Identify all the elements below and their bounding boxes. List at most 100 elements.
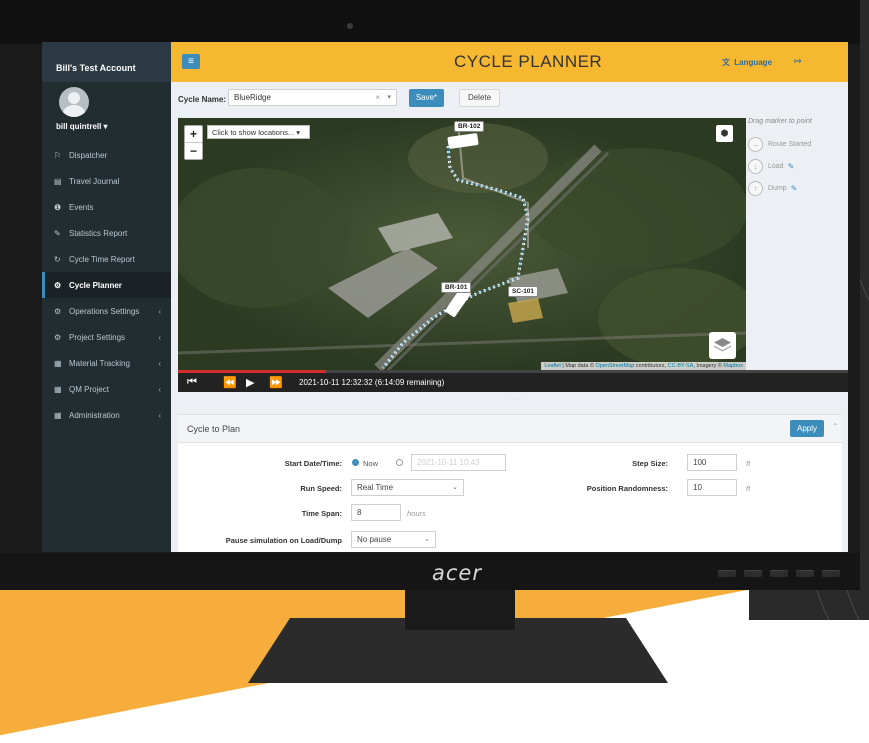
sidebar-item-icon: ✎	[54, 228, 61, 238]
save-button[interactable]: Save*	[409, 89, 444, 107]
sidebar-item-label: Cycle Planner	[69, 280, 122, 290]
sidebar-item-icon: ▦	[54, 384, 62, 394]
mapbox-link[interactable]: Mapbox	[723, 363, 743, 369]
cycle-name-select[interactable]: BlueRidge × ▾	[228, 89, 397, 106]
legend-load[interactable]: ↓ Load ✎	[748, 155, 848, 177]
monitor-control-buttons	[718, 570, 840, 577]
locations-dropdown[interactable]: Click to show locations... ▾	[207, 125, 310, 139]
delete-button[interactable]: Delete	[459, 89, 500, 107]
chevron-left-icon: ‹	[158, 306, 161, 316]
start-datetime-label: Start Date/Time:	[284, 459, 342, 468]
chevron-left-icon: ‹	[158, 358, 161, 368]
map[interactable]: BR-102 BR-101 SC-101 + − Click to show l…	[178, 118, 746, 370]
step-size-input[interactable]: 100	[687, 454, 737, 471]
avatar-head	[68, 92, 80, 104]
skip-back-icon[interactable]: ⏮	[187, 376, 197, 389]
chevron-down-icon[interactable]: ▾	[387, 93, 391, 101]
sidebar-item-operations-settings[interactable]: ⚙ Operations Settings ‹	[42, 298, 171, 324]
sidebar-item-cycle-planner[interactable]: ⚙ Cycle Planner	[42, 272, 171, 298]
marker-br-101[interactable]: BR-101	[441, 282, 472, 293]
position-randomness-input[interactable]: 10	[687, 479, 737, 496]
satellite-imagery	[178, 118, 746, 370]
sidebar-item-label: Material Tracking	[69, 358, 130, 368]
sidebar-item-material-tracking[interactable]: ▦ Material Tracking ‹	[42, 350, 171, 376]
logout-icon[interactable]: ↦	[794, 56, 802, 67]
layers-icon[interactable]	[709, 332, 736, 359]
chevron-down-icon: ⌄	[424, 536, 430, 543]
attribution-text: contributors,	[634, 363, 668, 369]
monitor-button	[718, 570, 736, 577]
zoom-out-button[interactable]: −	[185, 142, 202, 159]
avatar[interactable]	[59, 87, 89, 117]
play-icon[interactable]: ▶	[246, 376, 254, 389]
sidebar-item-cycle-time-report[interactable]: ↻ Cycle Time Report	[42, 246, 171, 272]
cycle-to-plan-panel: Cycle to Plan Apply ⌃ Start Date/Time: N…	[178, 414, 842, 552]
edit-icon[interactable]: ✎	[791, 184, 798, 193]
menu-toggle-icon[interactable]: ≡	[182, 54, 200, 69]
sidebar-item-icon: ⚙	[54, 280, 62, 290]
language-label: Language	[734, 58, 773, 67]
sidebar-item-label: Administration	[69, 410, 120, 420]
run-speed-value: Real Time	[357, 483, 394, 492]
osm-link[interactable]: OpenStreetMap	[595, 363, 634, 369]
fast-forward-icon[interactable]: ⏩	[269, 376, 283, 389]
marker-sc-101[interactable]: SC-101	[508, 286, 539, 297]
pause-simulation-label: Pause simulation on Load/Dump	[225, 536, 342, 545]
attribution-text: | Map data ©	[560, 363, 596, 369]
marker-br-102[interactable]: BR-102	[454, 121, 485, 132]
apply-button[interactable]: Apply	[790, 420, 824, 437]
account-name: Bill's Test Account	[42, 42, 171, 82]
legend-route-started[interactable]: → Route Started	[748, 133, 848, 155]
sidebar-item-travel-journal[interactable]: ▤ Travel Journal	[42, 168, 171, 194]
sidebar-item-icon: ▤	[54, 176, 62, 186]
sidebar-item-statistics-report[interactable]: ✎ Statistics Report	[42, 220, 171, 246]
cycle-name-value: BlueRidge	[234, 93, 271, 102]
custom-time-radio[interactable]	[396, 459, 403, 466]
cycle-name-label: Cycle Name:	[178, 95, 227, 104]
sidebar-item-label: Cycle Time Report	[69, 254, 135, 264]
route-started-icon: →	[748, 136, 763, 152]
panel-title: Cycle to Plan	[187, 424, 241, 434]
route-started-label: Route Started	[768, 140, 812, 148]
language-menu[interactable]: 文 Language	[722, 57, 772, 68]
rewind-icon[interactable]: ⏪	[223, 376, 237, 389]
legend-hint: Drag marker to point	[748, 118, 812, 125]
sidebar-item-icon: ⚙	[54, 332, 62, 342]
sidebar-item-icon: ⚙	[54, 306, 62, 316]
pause-simulation-select[interactable]: No pause ⌄	[351, 531, 436, 548]
run-speed-select[interactable]: Real Time ⌄	[351, 479, 464, 496]
monitor-bezel: acer Bill's Test Account bill quintrell …	[0, 0, 860, 590]
now-label: Now	[363, 459, 379, 468]
playback-time: 2021-10-11 12:32:32 (6:14:09 remaining)	[299, 378, 445, 387]
resize-grip[interactable]: · · · ·	[508, 396, 523, 403]
monitor-brand-logo: acer	[432, 561, 482, 585]
leaflet-link[interactable]: Leaflet	[544, 363, 561, 369]
progress-track[interactable]	[178, 370, 848, 373]
monitor-button	[796, 570, 814, 577]
now-radio[interactable]	[352, 459, 359, 466]
collapse-icon[interactable]: ⌃	[832, 422, 839, 431]
sidebar-item-dispatcher[interactable]: ⚐ Dispatcher	[42, 142, 171, 168]
start-datetime-input[interactable]: 2021-10-11 10:43	[411, 454, 506, 471]
sidebar-item-project-settings[interactable]: ⚙ Project Settings ‹	[42, 324, 171, 350]
clear-icon[interactable]: ×	[375, 93, 380, 102]
load-icon: ↓	[748, 158, 763, 174]
step-size-label: Step Size:	[632, 459, 668, 468]
legend-dump[interactable]: ↑ Dump ✎	[748, 177, 848, 199]
sidebar-item-events[interactable]: ❶ Events	[42, 194, 171, 220]
chevron-left-icon: ‹	[158, 332, 161, 342]
license-link[interactable]: CC-BY-SA	[668, 363, 694, 369]
time-span-input[interactable]: 8	[351, 504, 401, 521]
fullscreen-icon[interactable]: ⬢	[716, 125, 733, 142]
map-attribution: Leaflet | Map data © OpenStreetMap contr…	[541, 362, 746, 370]
sidebar-item-label: QM Project	[69, 384, 110, 394]
sidebar-item-administration[interactable]: ▦ Administration ‹	[42, 402, 171, 428]
edit-icon[interactable]: ✎	[788, 162, 795, 171]
run-speed-label: Run Speed:	[300, 484, 342, 493]
zoom-in-button[interactable]: +	[185, 126, 202, 142]
sidebar-item-qm-project[interactable]: ▦ QM Project ‹	[42, 376, 171, 402]
dump-label: Dump	[768, 184, 787, 192]
marker-legend: Drag marker to point → Route Started ↓ L…	[748, 118, 848, 199]
user-menu[interactable]: bill quintrell ▾	[56, 122, 108, 131]
monitor-top-bezel	[0, 0, 860, 44]
